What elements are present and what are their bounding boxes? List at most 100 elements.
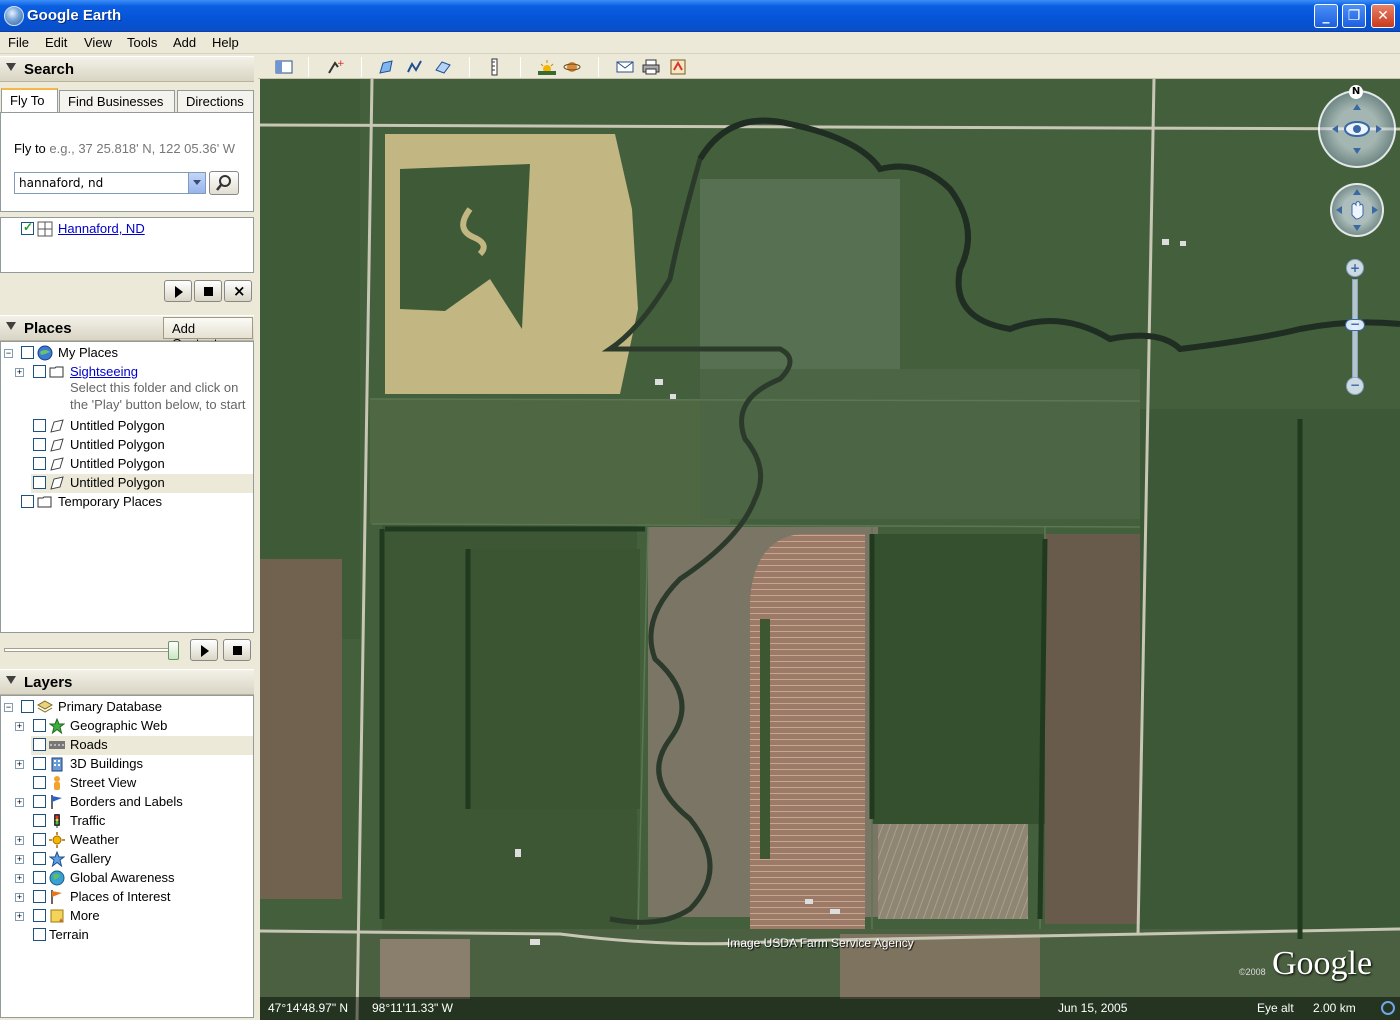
close-button[interactable]: ✕ <box>1371 4 1395 28</box>
compass-north[interactable]: N <box>1349 85 1363 99</box>
fly-to-input[interactable]: hannaford, nd <box>14 172 206 194</box>
collapse-icon[interactable]: − <box>4 703 13 712</box>
zoom-slider-handle[interactable]: − <box>1345 318 1365 331</box>
menu-file[interactable]: File <box>8 35 29 50</box>
look-joystick[interactable] <box>1318 90 1396 168</box>
expand-icon[interactable]: + <box>15 855 24 864</box>
layers-section-header[interactable]: Layers <box>0 669 254 695</box>
expand-icon[interactable]: + <box>15 798 24 807</box>
move-joystick[interactable] <box>1330 183 1384 237</box>
tab-directions[interactable]: Directions <box>177 90 254 112</box>
tour-slider-track[interactable] <box>4 648 176 652</box>
layer-checkbox[interactable] <box>33 833 46 846</box>
tree-item-street-view[interactable]: Street View <box>1 774 251 793</box>
layer-checkbox[interactable] <box>33 776 46 789</box>
play-button[interactable] <box>164 280 192 302</box>
search-button[interactable] <box>209 171 239 195</box>
polygon-checkbox[interactable] <box>33 457 46 470</box>
expand-icon[interactable]: + <box>15 893 24 902</box>
tour-stop-button[interactable] <box>223 639 251 661</box>
polygon-checkbox[interactable] <box>33 476 46 489</box>
layer-checkbox[interactable] <box>33 890 46 903</box>
menu-edit[interactable]: Edit <box>45 35 67 50</box>
primary-database-checkbox[interactable] <box>21 700 34 713</box>
zoom-in-button[interactable]: + <box>1346 259 1364 277</box>
layer-checkbox[interactable] <box>33 719 46 732</box>
tree-item-3d-buildings[interactable]: + 3D Buildings <box>1 755 251 774</box>
layer-checkbox[interactable] <box>33 871 46 884</box>
tree-item-roads[interactable]: Roads <box>31 736 253 755</box>
tour-slider-handle[interactable] <box>168 641 179 660</box>
minimize-button[interactable]: _ <box>1314 4 1338 28</box>
layer-checkbox[interactable] <box>33 757 46 770</box>
ruler-icon[interactable] <box>486 58 504 76</box>
tree-item-places-of-interest[interactable]: + Places of Interest <box>1 888 251 907</box>
expand-icon[interactable]: + <box>15 874 24 883</box>
maps-icon[interactable] <box>669 58 687 76</box>
chevron-down-icon[interactable] <box>188 173 205 193</box>
collapse-icon[interactable]: − <box>4 349 13 358</box>
temporary-places-checkbox[interactable] <box>21 495 34 508</box>
sidebar-toggle-icon[interactable] <box>275 58 293 76</box>
layer-checkbox[interactable] <box>33 814 46 827</box>
expand-icon[interactable]: + <box>15 912 24 921</box>
polygon-checkbox[interactable] <box>33 438 46 451</box>
tree-item-polygon-1[interactable]: Untitled Polygon <box>1 417 251 436</box>
menu-tools[interactable]: Tools <box>127 35 157 50</box>
tree-item-temporary-places[interactable]: Temporary Places <box>1 493 251 512</box>
tree-item-global-awareness[interactable]: + Global Awareness <box>1 869 251 888</box>
expand-icon[interactable]: + <box>15 722 24 731</box>
expand-icon[interactable]: + <box>15 836 24 845</box>
tree-item-polygon-3[interactable]: Untitled Polygon <box>1 455 251 474</box>
layer-checkbox[interactable] <box>33 909 46 922</box>
result-link[interactable]: Hannaford, ND <box>58 221 145 236</box>
stop-button[interactable] <box>194 280 222 302</box>
tour-play-button[interactable] <box>190 639 218 661</box>
hand-icon <box>1336 189 1378 231</box>
my-places-checkbox[interactable] <box>21 346 34 359</box>
tree-item-polygon-2[interactable]: Untitled Polygon <box>1 436 251 455</box>
placemark-icon[interactable]: + <box>326 58 344 76</box>
tree-item-gallery[interactable]: + Gallery <box>1 850 251 869</box>
print-icon[interactable] <box>642 58 660 76</box>
add-content-button[interactable]: Add Content <box>163 317 253 351</box>
satellite-imagery[interactable] <box>260 79 1400 1020</box>
polygon-checkbox[interactable] <box>33 419 46 432</box>
image-overlay-icon[interactable] <box>434 58 452 76</box>
terrain-checkbox[interactable] <box>33 928 46 941</box>
tree-item-polygon-4[interactable]: Untitled Polygon <box>31 474 253 493</box>
list-item[interactable]: Hannaford, ND <box>1 220 251 239</box>
tree-item-primary-database[interactable]: − Primary Database <box>1 698 251 717</box>
places-section-header[interactable]: Places Add Content <box>0 315 254 351</box>
tree-item-more[interactable]: + More <box>1 907 251 926</box>
tab-find-businesses[interactable]: Find Businesses <box>59 90 175 112</box>
path-icon[interactable] <box>406 58 424 76</box>
polygon-icon[interactable] <box>378 58 396 76</box>
sunlight-icon[interactable] <box>538 58 556 76</box>
menu-help[interactable]: Help <box>212 35 239 50</box>
clear-button[interactable]: × <box>224 280 252 302</box>
tree-item-weather[interactable]: + Weather <box>1 831 251 850</box>
tree-item-borders-and-labels[interactable]: + Borders and Labels <box>1 793 251 812</box>
menu-add[interactable]: Add <box>173 35 196 50</box>
layer-checkbox[interactable] <box>33 738 46 751</box>
result-checkbox[interactable] <box>21 220 34 235</box>
sightseeing-checkbox[interactable] <box>33 365 46 378</box>
email-icon[interactable] <box>616 58 634 76</box>
expand-icon[interactable]: + <box>15 368 24 377</box>
planet-icon[interactable] <box>563 58 581 76</box>
tab-fly-to[interactable]: Fly To <box>1 88 58 113</box>
zoom-out-button[interactable]: − <box>1346 377 1364 395</box>
tree-item-terrain[interactable]: Terrain <box>1 926 251 945</box>
layer-checkbox[interactable] <box>33 852 46 865</box>
map-view[interactable]: Image USDA Farm Service Agency ©2008 Goo… <box>260 79 1400 1020</box>
expand-icon[interactable]: + <box>15 760 24 769</box>
layer-checkbox[interactable] <box>33 795 46 808</box>
tree-item-traffic[interactable]: Traffic <box>1 812 251 831</box>
tree-item-geographic-web[interactable]: + Geographic Web <box>1 717 251 736</box>
maximize-button[interactable]: ❐ <box>1342 4 1366 28</box>
tree-item-my-places[interactable]: − My Places <box>1 344 251 363</box>
menu-view[interactable]: View <box>84 35 112 50</box>
sightseeing-link[interactable]: Sightseeing <box>70 364 138 379</box>
search-section-header[interactable]: Search <box>0 56 254 82</box>
